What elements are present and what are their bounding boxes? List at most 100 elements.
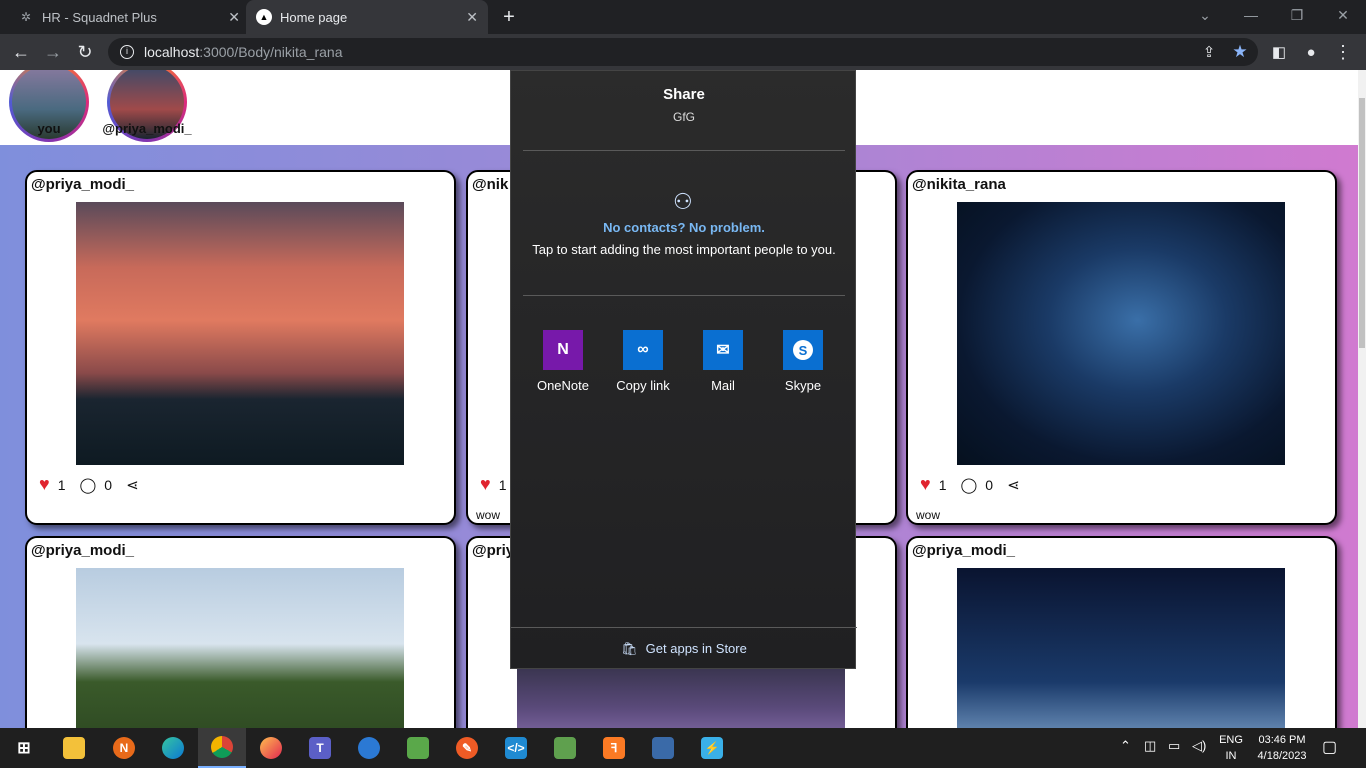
post-username[interactable]: @priy [472, 542, 514, 559]
heart-icon[interactable]: ♥ [920, 474, 931, 495]
start-button[interactable]: ⊞ [0, 728, 48, 768]
taskbar-notepad[interactable] [394, 728, 442, 768]
triangle-favicon-icon: ▲ [256, 9, 272, 25]
share-icon[interactable]: ⋖ [126, 476, 139, 494]
taskbar-app-orange[interactable]: N [100, 728, 148, 768]
taskbar-network-tool[interactable] [639, 728, 687, 768]
tab-title: Home page [280, 9, 348, 25]
tab-hr-squadnet[interactable]: ✲ HR - Squadnet Plus ✕ [8, 0, 250, 34]
post-username[interactable]: @nikita_rana [912, 176, 1006, 193]
notepad-icon [407, 737, 429, 759]
chrome-icon [211, 736, 233, 758]
nodejs-icon [554, 737, 576, 759]
profile-icon[interactable]: ● [1296, 34, 1326, 70]
tab-home-page[interactable]: ▲ Home page ✕ [246, 0, 488, 34]
new-tab-button[interactable]: + [496, 4, 522, 30]
comment-icon[interactable]: ◯ [960, 476, 977, 494]
comment-count: 0 [104, 476, 113, 493]
bookmark-star-icon[interactable]: ★ [1225, 34, 1255, 70]
tray-chevron-icon[interactable]: ⌃ [1120, 738, 1131, 754]
tab-search-icon[interactable]: ⌄ [1182, 0, 1228, 30]
taskbar-firefox[interactable] [247, 728, 295, 768]
scrollbar-thumb[interactable] [1359, 98, 1365, 348]
clock[interactable]: 03:46 PM 4/18/2023 [1250, 732, 1314, 764]
page-scrollbar[interactable] [1358, 70, 1366, 728]
story-label: you [37, 121, 61, 136]
share-dialog: Share GfG ⚇ No contacts? No problem. Tap… [510, 70, 857, 669]
post-actions: ♥ 1 [480, 474, 506, 495]
volume-icon[interactable]: ◁) [1192, 738, 1206, 754]
language-indicator[interactable]: ENG IN [1214, 732, 1248, 764]
skype-icon: S [783, 330, 823, 370]
post-caption: wow [916, 508, 941, 522]
close-window-button[interactable]: ✕ [1320, 0, 1366, 30]
teams-icon: T [309, 737, 331, 759]
taskbar-explorer[interactable] [50, 728, 98, 768]
divider [523, 295, 845, 296]
share-app-skype[interactable]: S Skype [763, 330, 843, 393]
contacts-hint: Tap to start adding the most important p… [532, 242, 836, 257]
folder-icon [63, 737, 85, 759]
post-username[interactable]: @nik [472, 176, 508, 193]
lang-bottom: IN [1225, 750, 1237, 762]
post-image [957, 568, 1285, 728]
mail-icon: ✉ [703, 330, 743, 370]
taskbar-flash-app[interactable]: ⚡ [688, 728, 736, 768]
share-icon[interactable]: ⋖ [1007, 476, 1020, 494]
store-bag-icon: 🛍 [621, 640, 638, 656]
reload-icon[interactable]: ↻ [70, 34, 100, 70]
share-title: Share [663, 86, 705, 103]
post-username[interactable]: @priya_modi_ [31, 176, 134, 193]
post-card: @priya_modi_ [25, 536, 456, 728]
network-icon[interactable]: ▭ [1168, 738, 1180, 754]
comment-icon[interactable]: ◯ [79, 476, 96, 494]
post-caption: wow [476, 508, 501, 522]
taskbar-mail-app[interactable] [345, 728, 393, 768]
post-username[interactable]: @priya_modi_ [31, 542, 134, 559]
close-tab-icon[interactable]: ✕ [228, 9, 240, 26]
post-image [76, 568, 404, 728]
contacts-icon: ⚇ [673, 189, 693, 214]
share-page-icon[interactable]: ⇪ [1194, 34, 1224, 70]
meet-now-icon[interactable]: ◫ [1144, 738, 1156, 754]
orange-app-icon: N [113, 737, 135, 759]
minimize-button[interactable]: — [1228, 0, 1274, 30]
no-contacts-link[interactable]: No contacts? No problem. [511, 220, 857, 235]
link-icon: ∞ [623, 330, 663, 370]
share-app-mail[interactable]: ✉ Mail [683, 330, 763, 393]
clock-date: 4/18/2023 [1257, 750, 1307, 762]
restore-button[interactable]: ❐ [1274, 0, 1320, 30]
get-apps-store-link[interactable]: 🛍 Get apps in Store [511, 627, 857, 669]
taskbar-vscode[interactable]: </> [492, 728, 540, 768]
post-image [76, 202, 404, 465]
taskbar-xampp[interactable]: ꟻ [590, 728, 638, 768]
taskbar-teams[interactable]: T [296, 728, 344, 768]
side-panel-icon[interactable]: ◧ [1264, 34, 1294, 70]
menu-dots-icon[interactable]: ⋮ [1328, 34, 1358, 70]
comment-count: 0 [985, 476, 994, 493]
taskbar-node[interactable] [541, 728, 589, 768]
address-bar[interactable]: i localhost:3000/Body/nikita_rana [108, 38, 1258, 66]
tab-strip: ✲ HR - Squadnet Plus ✕ ▲ Home page ✕ + ⌄… [0, 0, 1366, 34]
taskbar-chrome[interactable] [198, 728, 246, 768]
heart-icon[interactable]: ♥ [39, 474, 50, 495]
share-app-onenote[interactable]: N OneNote [523, 330, 603, 393]
app-label: Mail [711, 378, 735, 393]
share-app-copy-link[interactable]: ∞ Copy link [603, 330, 683, 393]
forward-arrow-icon[interactable]: → [38, 34, 68, 70]
windows-logo-icon: ⊞ [17, 740, 31, 757]
vscode-icon: </> [505, 737, 527, 759]
post-username[interactable]: @priya_modi_ [912, 542, 1015, 559]
close-tab-icon[interactable]: ✕ [466, 9, 478, 26]
post-card: @priya_modi_ ♥ 1 ◯ 0 ⋖ [25, 170, 456, 525]
browser-toolbar: ← → ↻ i localhost:3000/Body/nikita_rana … [0, 34, 1366, 70]
firefox-icon [260, 737, 282, 759]
lang-top: ENG [1219, 734, 1243, 746]
notifications-icon[interactable]: ▢ [1322, 737, 1337, 757]
info-icon[interactable]: i [120, 45, 134, 59]
clock-time: 03:46 PM [1258, 734, 1306, 746]
taskbar-edge[interactable] [149, 728, 197, 768]
back-arrow-icon[interactable]: ← [6, 34, 36, 70]
taskbar-postman[interactable]: ✎ [443, 728, 491, 768]
heart-icon[interactable]: ♥ [480, 474, 491, 495]
